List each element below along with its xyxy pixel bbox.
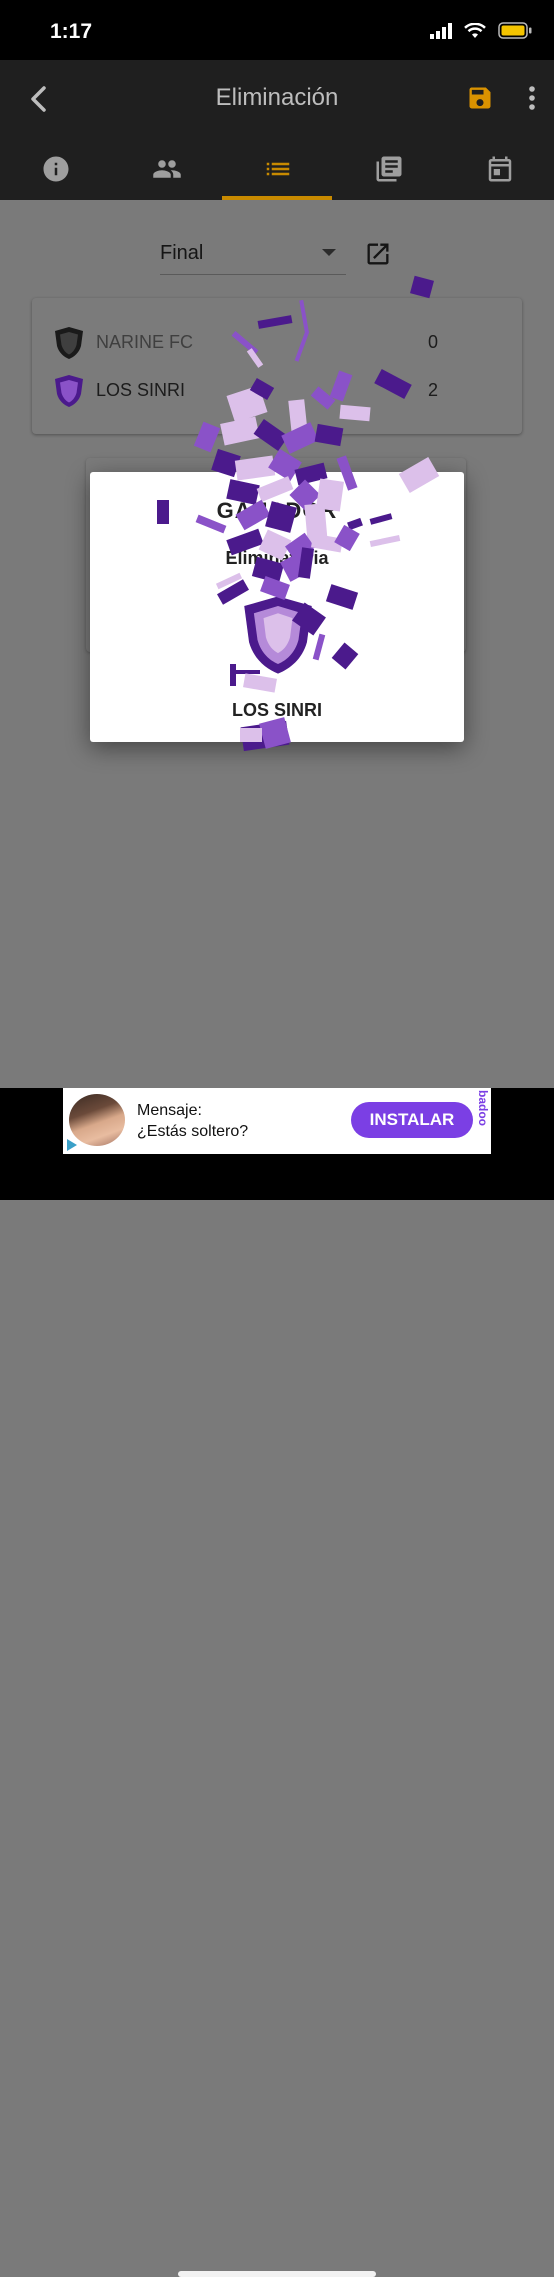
ad-area: Mensaje: ¿Estás soltero? INSTALAR badoo — [0, 1088, 554, 2277]
status-time: 1:17 — [50, 20, 93, 43]
team-name: NARINE FC — [96, 332, 194, 352]
home-indicator — [178, 2271, 376, 2277]
winner-shield-icon — [244, 596, 312, 674]
library-books-icon — [376, 156, 401, 182]
tab-library[interactable] — [333, 138, 444, 200]
team-score: 2 — [427, 380, 438, 400]
ad-message-text: ¿Estás soltero? — [137, 1123, 249, 1140]
signal-icon — [430, 22, 452, 39]
open-in-new-icon — [367, 243, 389, 265]
adchoices-icon[interactable] — [65, 1138, 79, 1152]
more-vert-icon — [529, 86, 535, 110]
app-bar: Eliminación — [0, 60, 554, 138]
team-shield-icon — [55, 375, 83, 407]
install-button[interactable]: INSTALAR — [351, 1102, 473, 1138]
winner-team-name: LOS SINRI — [231, 700, 322, 720]
status-icons — [430, 22, 532, 39]
dialog-title: GANADOR — [216, 498, 338, 523]
round-dropdown[interactable]: Final — [160, 234, 346, 275]
tab-teams[interactable] — [111, 138, 222, 200]
team-score: 0 — [427, 332, 438, 352]
dialog-subtitle: Eliminatoria — [225, 548, 329, 568]
winner-dialog[interactable]: GANADOR Eliminatoria LOS SINRI — [90, 472, 464, 742]
battery-icon — [498, 22, 532, 39]
info-icon — [43, 156, 68, 182]
tab-bar — [0, 138, 554, 200]
tab-info[interactable] — [0, 138, 111, 200]
save-button[interactable] — [462, 80, 498, 116]
team-row: LOS SINRI 2 — [32, 366, 522, 414]
ad-message-label: Mensaje: — [137, 1102, 202, 1119]
dropdown-arrow-icon — [322, 249, 336, 256]
status-bar: 1:17 — [0, 0, 554, 60]
ad-brand-logo: badoo — [476, 1090, 490, 1126]
people-icon — [152, 160, 181, 178]
more-options-button[interactable] — [518, 80, 546, 116]
team-shield-icon — [55, 327, 83, 359]
calendar-icon — [488, 156, 511, 182]
tab-list[interactable] — [222, 138, 333, 200]
list-icon — [266, 162, 289, 176]
round-value: Final — [160, 242, 204, 264]
ad-banner[interactable]: Mensaje: ¿Estás soltero? INSTALAR badoo — [63, 1088, 491, 1154]
open-external-button[interactable] — [364, 240, 392, 273]
wifi-icon — [464, 22, 486, 38]
match-card[interactable]: NARINE FC 0 LOS SINRI 2 — [32, 298, 522, 434]
team-row: NARINE FC 0 — [32, 318, 522, 366]
tab-calendar[interactable] — [444, 138, 554, 200]
team-name: LOS SINRI — [96, 380, 186, 400]
save-icon — [469, 87, 491, 109]
